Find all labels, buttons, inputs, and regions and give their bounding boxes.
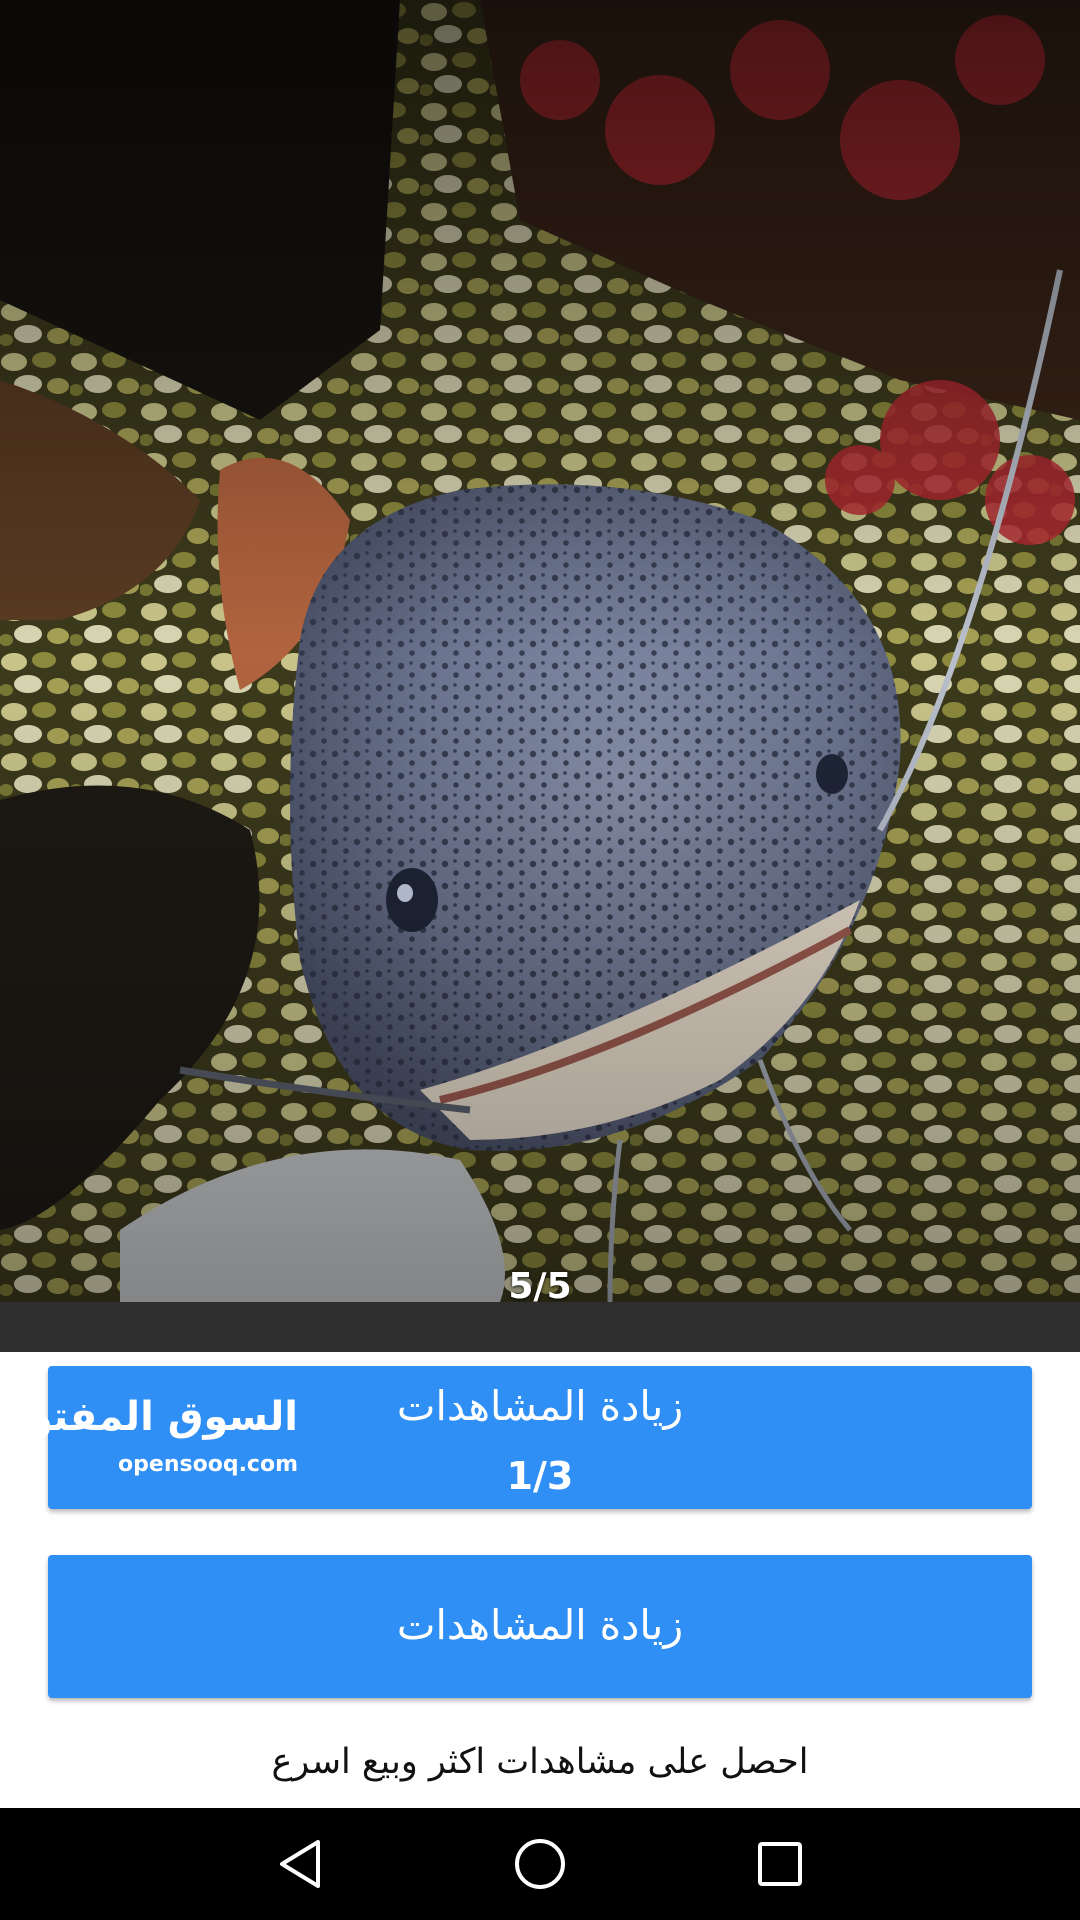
home-circle-icon[interactable] bbox=[512, 1836, 568, 1892]
boost-views-label: زيادة المشاهدات bbox=[396, 1382, 684, 1430]
boost-views-button-with-count[interactable]: السوق المفتوح opensooq.com زيادة المشاهد… bbox=[0, 1366, 1032, 1509]
catfish-aquarium-image bbox=[0, 0, 1080, 1302]
system-navigation-bar bbox=[0, 1808, 1080, 1920]
listing-photo[interactable]: 5/5 bbox=[0, 0, 1080, 1302]
back-triangle-icon[interactable] bbox=[274, 1836, 330, 1892]
boost-views-label: زيادة المشاهدات bbox=[396, 1601, 684, 1649]
boost-views-button[interactable]: زيادة المشاهدات bbox=[48, 1555, 1032, 1698]
recents-square-icon[interactable] bbox=[752, 1836, 808, 1892]
boost-hint-text: احصل على مشاهدات اكثر وبيع اسرع bbox=[271, 1742, 809, 1782]
image-counter: 5/5 bbox=[508, 1266, 572, 1302]
boost-views-count: 1/3 bbox=[506, 1454, 574, 1498]
gallery-footer-strip bbox=[0, 1302, 1080, 1352]
